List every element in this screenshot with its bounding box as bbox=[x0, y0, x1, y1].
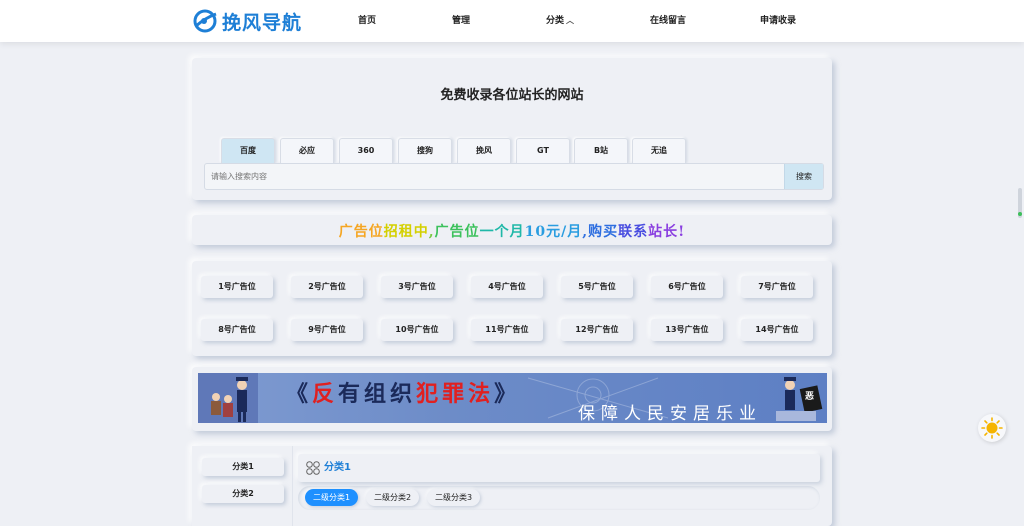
banner-card: 《反有组织犯罪法》 保障人民安居乐业 恶 bbox=[192, 367, 832, 431]
subcategory-tab-2[interactable]: 二级分类2 bbox=[366, 489, 420, 506]
ad-slot[interactable]: 8号广告位 bbox=[201, 319, 273, 341]
ad-notice-segment: 广告位 bbox=[338, 224, 384, 240]
banner-quote-close: 》 bbox=[494, 381, 521, 407]
category-card: 分类1 分类2 分类1 二级分类1 二级分类2 二级分类3 bbox=[192, 446, 832, 526]
ad-slot[interactable]: 5号广告位 bbox=[561, 276, 633, 298]
site-slogan: 免费收录各位站长的网站 bbox=[440, 88, 584, 103]
top-navbar: 挽风导航 首页 管理 分类 ︿ 在线留言 申请收录 bbox=[0, 0, 1024, 42]
nav-home[interactable]: 首页 bbox=[358, 0, 376, 42]
search-tab-baidu[interactable]: 百度 bbox=[221, 138, 275, 163]
banner-title-char: 犯 bbox=[416, 381, 443, 407]
search-tab-bilibili[interactable]: B站 bbox=[574, 138, 628, 163]
police-figure-right bbox=[776, 377, 823, 421]
search-tab-wanfeng[interactable]: 挽风 bbox=[457, 138, 511, 163]
ad-notice-segment: 10元/月 bbox=[524, 224, 583, 240]
ad-slot[interactable]: 7号广告位 bbox=[741, 276, 813, 298]
ad-notice-segment: 广告位 bbox=[434, 224, 480, 240]
ad-slot[interactable]: 3号广告位 bbox=[381, 276, 453, 298]
search-bar: 搜索 bbox=[204, 163, 824, 190]
logo-icon bbox=[193, 9, 217, 33]
subcategory-tab-1[interactable]: 二级分类1 bbox=[305, 489, 359, 506]
ad-slot[interactable]: 4号广告位 bbox=[471, 276, 543, 298]
site-logo[interactable]: 挽风导航 bbox=[192, 6, 302, 36]
ad-slot[interactable]: 1号广告位 bbox=[201, 276, 273, 298]
grid-icon bbox=[306, 461, 320, 475]
banner-badge: 恶 bbox=[805, 392, 815, 402]
banner-subtitle: 保障人民安居乐业 bbox=[578, 404, 762, 423]
search-tab-bing[interactable]: 必应 bbox=[280, 138, 334, 163]
theme-toggle-button[interactable] bbox=[978, 414, 1006, 442]
banner-title-char: 反 bbox=[312, 381, 339, 407]
subcategory-tab-3[interactable]: 二级分类3 bbox=[427, 489, 481, 506]
ad-notice-segment: 联系 bbox=[618, 224, 649, 240]
banner-title-char: 有 bbox=[338, 381, 365, 407]
nav-apply-listing[interactable]: 申请收录 bbox=[760, 0, 796, 42]
ad-notice-card: 广告位招租中,广告位一个月10元/月,购买联系站长! bbox=[192, 215, 832, 245]
ad-slot[interactable]: 6号广告位 bbox=[651, 276, 723, 298]
search-tab-360[interactable]: 360 bbox=[339, 138, 393, 163]
category-header: 分类1 bbox=[298, 454, 820, 482]
ad-slot[interactable]: 9号广告位 bbox=[291, 319, 363, 341]
ad-slot[interactable]: 11号广告位 bbox=[471, 319, 543, 341]
nav-message-board[interactable]: 在线留言 bbox=[650, 0, 686, 42]
ad-notice-segment: 一个月 bbox=[479, 224, 525, 240]
banner-title-char: 组 bbox=[364, 381, 391, 407]
search-tab-sogou[interactable]: 搜狗 bbox=[398, 138, 452, 163]
nav-category[interactable]: 分类 ︿ bbox=[546, 0, 574, 42]
ad-notice-segment: 招租中 bbox=[383, 224, 429, 240]
ad-slot[interactable]: 13号广告位 bbox=[651, 319, 723, 341]
ad-slot[interactable]: 12号广告位 bbox=[561, 319, 633, 341]
banner-title: 《反有组织犯罪法》 bbox=[286, 376, 520, 408]
sun-icon bbox=[981, 417, 1003, 439]
nav-category-label: 分类 bbox=[546, 16, 565, 26]
logo-text: 挽风导航 bbox=[222, 11, 303, 34]
search-tab-gt[interactable]: GT bbox=[516, 138, 570, 163]
category-title: 分类1 bbox=[324, 462, 351, 473]
scroll-indicator bbox=[1018, 212, 1022, 216]
search-card: 免费收录各位站长的网站 百度 必应 360 搜狗 挽风 GT B站 无追 搜索 bbox=[192, 58, 832, 200]
ad-notice-segment: 站长! bbox=[648, 224, 686, 240]
sidebar-category-2[interactable]: 分类2 bbox=[202, 485, 284, 503]
banner-title-char: 罪 bbox=[442, 381, 469, 407]
banner-quote-open: 《 bbox=[286, 381, 313, 407]
ad-notice-segment: ,购买 bbox=[582, 224, 619, 240]
banner-title-char: 法 bbox=[468, 381, 495, 407]
ad-slot[interactable]: 2号广告位 bbox=[291, 276, 363, 298]
search-button[interactable]: 搜索 bbox=[784, 164, 823, 189]
banner-title-char: 织 bbox=[390, 381, 417, 407]
search-input[interactable] bbox=[205, 164, 783, 189]
nav-admin[interactable]: 管理 bbox=[452, 0, 470, 42]
anti-crime-banner[interactable]: 《反有组织犯罪法》 保障人民安居乐业 恶 bbox=[198, 373, 827, 423]
ad-notice-text: 广告位招租中,广告位一个月10元/月,购买联系站长! bbox=[192, 221, 832, 241]
ad-slot[interactable]: 14号广告位 bbox=[741, 319, 813, 341]
ad-slots-card: 1号广告位 2号广告位 3号广告位 4号广告位 5号广告位 6号广告位 7号广告… bbox=[192, 261, 832, 356]
search-tab-wuzhui[interactable]: 无追 bbox=[632, 138, 686, 163]
sidebar-category-1[interactable]: 分类1 bbox=[202, 458, 284, 476]
ad-slot[interactable]: 10号广告位 bbox=[381, 319, 453, 341]
chevron-up-icon: ︿ bbox=[566, 16, 575, 25]
